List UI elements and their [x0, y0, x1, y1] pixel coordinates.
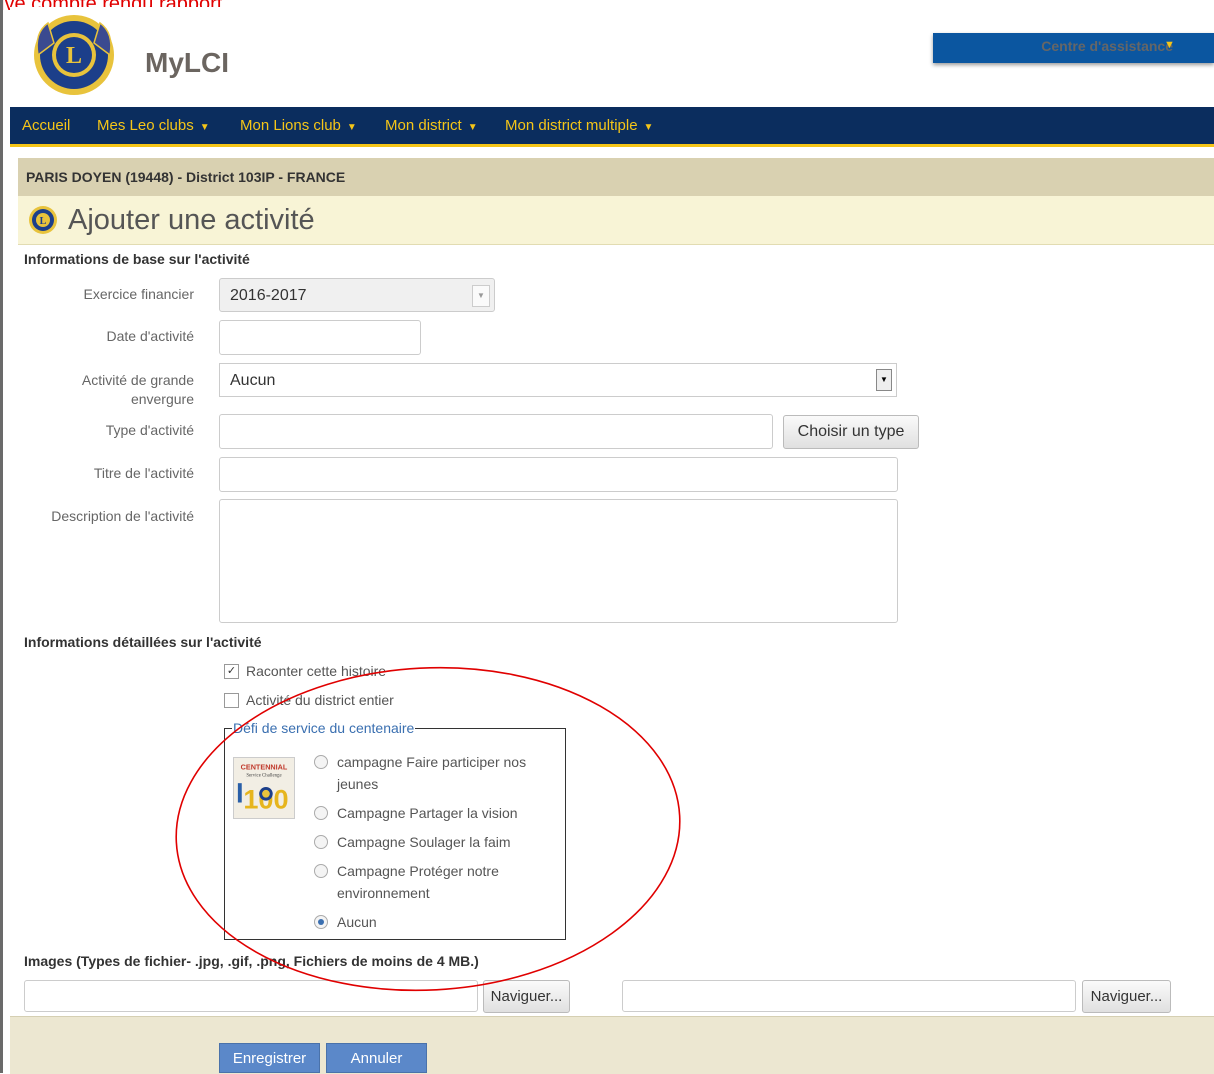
chevron-down-icon: ▼: [1164, 39, 1175, 51]
radio-option-vision[interactable]: Campagne Partager la vision: [314, 802, 559, 824]
activity-type-field[interactable]: [219, 414, 773, 449]
browse-button-2[interactable]: Naviguer...: [1082, 980, 1171, 1013]
chevron-down-icon: ▼: [876, 369, 892, 391]
nav-item-lions-club[interactable]: Mon Lions club ▼: [240, 117, 357, 134]
cancel-button[interactable]: Annuler: [326, 1043, 427, 1073]
tell-story-checkbox-row[interactable]: ✓ Raconter cette histoire: [224, 663, 386, 680]
chevron-down-icon: ▼: [467, 122, 478, 133]
help-center-label: Centre d'assistance: [1041, 38, 1173, 54]
nav-item-home[interactable]: Accueil: [22, 117, 70, 134]
nav-item-leo-clubs[interactable]: Mes Leo clubs ▼: [97, 117, 210, 134]
chevron-down-icon: ▼: [643, 122, 654, 133]
brand-name[interactable]: MyLCI: [145, 47, 229, 79]
page-title: Ajouter une activité: [68, 204, 315, 236]
breadcrumb: PARIS DOYEN (19448) - District 103IP - F…: [26, 169, 346, 185]
radio-option-environment[interactable]: Campagne Protéger notre environnement: [314, 860, 559, 904]
centennial-sub: Service Challenge: [246, 773, 281, 778]
radio-option-youth[interactable]: campagne Faire participer nos jeunes: [314, 751, 559, 795]
large-activity-select[interactable]: Aucun ▼: [219, 363, 897, 397]
tell-story-checkbox[interactable]: ✓: [224, 663, 239, 679]
choose-type-button[interactable]: Choisir un type: [783, 415, 919, 449]
district-wide-label: Activité du district entier: [246, 692, 394, 708]
svg-text:L: L: [66, 43, 82, 69]
breadcrumb-bar: PARIS DOYEN (19448) - District 103IP - F…: [18, 158, 1214, 197]
activity-date-label: Date d'activité: [106, 328, 195, 344]
radio-option-none[interactable]: Aucun: [314, 911, 559, 933]
radio-none[interactable]: [314, 915, 328, 930]
main-nav: Accueil Mes Leo clubs ▼ Mon Lions club ▼ M…: [10, 107, 1214, 147]
image-file-field-1[interactable]: [24, 980, 478, 1012]
radio-vision[interactable]: [314, 806, 328, 821]
page-title-bar: L Ajouter une activité: [18, 196, 1214, 245]
activity-description-label: Description de l'activité: [51, 508, 194, 524]
district-wide-checkbox-row[interactable]: Activité du district entier: [224, 692, 394, 709]
chevron-down-icon: ▼: [472, 285, 490, 307]
image-file-field-2[interactable]: [622, 980, 1076, 1012]
centennial-badge-icon: CENTENNIAL Service Challenge 100: [233, 757, 295, 819]
chevron-down-icon: ▼: [199, 122, 210, 133]
activity-date-field[interactable]: [219, 320, 421, 355]
fiscal-year-value: 2016-2017: [230, 287, 307, 304]
form-footer: [10, 1016, 1214, 1074]
images-heading: Images (Types de fichier- .jpg, .gif, .p…: [24, 953, 479, 969]
radio-hunger[interactable]: [314, 835, 328, 850]
activity-title-field[interactable]: [219, 457, 898, 492]
basic-info-heading: Informations de base sur l'activité: [24, 251, 250, 267]
centennial-legend: Défi de service du centenaire: [232, 720, 416, 736]
save-button[interactable]: Enregistrer: [219, 1043, 320, 1073]
large-activity-label: Activité de grande envergure: [81, 372, 194, 407]
lions-emblem-icon: L: [29, 206, 57, 234]
fiscal-year-select[interactable]: 2016-2017 ▼: [219, 278, 495, 312]
chevron-down-icon: ▼: [346, 122, 357, 133]
left-edge-border: [0, 0, 3, 1073]
detailed-info-heading: Informations détaillées sur l'activité: [24, 634, 262, 650]
svg-text:L: L: [40, 216, 47, 227]
help-center-button[interactable]: Centre d'assistance ▼: [933, 33, 1214, 63]
site-header: L MyLCI Centre d'assistance ▼: [10, 7, 1214, 107]
nav-item-multiple-district[interactable]: Mon district multiple ▼: [505, 117, 653, 134]
radio-environment[interactable]: [314, 864, 328, 879]
activity-type-label: Type d'activité: [105, 422, 194, 438]
fiscal-year-label: Exercice financier: [83, 286, 195, 302]
activity-description-textarea[interactable]: [219, 499, 898, 623]
large-activity-value: Aucun: [230, 372, 276, 389]
district-wide-checkbox[interactable]: [224, 692, 239, 708]
browse-button-1[interactable]: Naviguer...: [483, 980, 570, 1013]
radio-option-hunger[interactable]: Campagne Soulager la faim: [314, 831, 559, 853]
nav-item-district[interactable]: Mon district ▼: [385, 117, 478, 134]
activity-title-label: Titre de l'activité: [93, 465, 194, 481]
radio-youth[interactable]: [314, 755, 328, 770]
lions-logo-icon: L: [34, 15, 114, 95]
centennial-word: CENTENNIAL: [241, 763, 288, 772]
tell-story-label: Raconter cette histoire: [246, 663, 387, 679]
